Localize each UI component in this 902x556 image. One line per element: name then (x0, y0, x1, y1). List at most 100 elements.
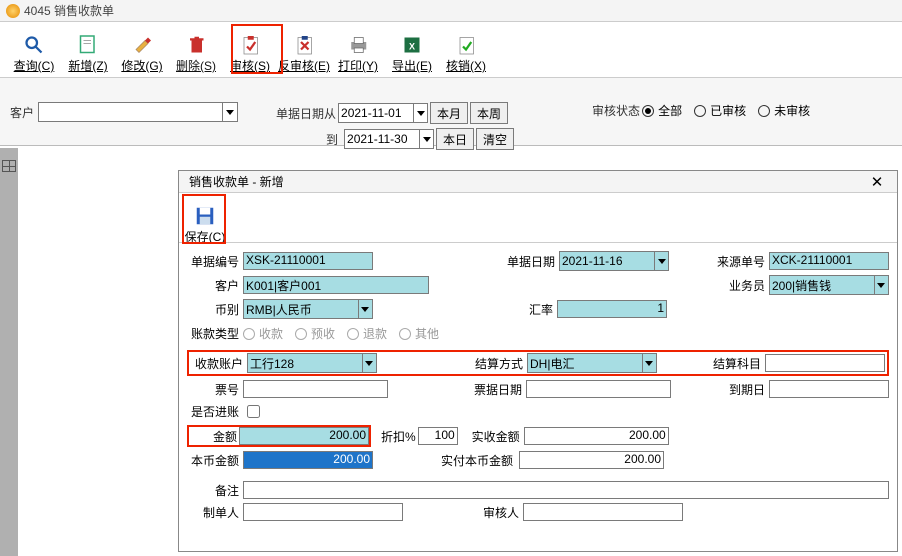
date-to[interactable] (344, 129, 434, 149)
settle-field[interactable] (527, 353, 657, 373)
date-to-label: 到 (276, 131, 342, 148)
close-button[interactable]: ✕ (863, 173, 891, 191)
currency-label: 币别 (187, 301, 241, 318)
due-field[interactable] (769, 380, 889, 398)
booked-label: 是否进账 (187, 403, 241, 420)
this-week-button[interactable]: 本周 (470, 102, 508, 124)
filter-bar: 客户 单据日期从 本月 本周 到 本日 清空 审核状态 全部 (0, 78, 902, 146)
clear-button[interactable]: 清空 (476, 128, 514, 150)
currency-field[interactable] (243, 299, 373, 319)
customer-combo[interactable] (38, 102, 238, 122)
edit-label: 修改(G) (121, 57, 162, 74)
dropdown-icon[interactable] (222, 103, 237, 121)
audit-button[interactable]: 审核(S) (224, 26, 276, 76)
draft-field[interactable] (243, 380, 388, 398)
edit-button[interactable]: 修改(G) (116, 26, 168, 76)
unaudit-label: 反审核(E) (278, 57, 330, 74)
draft-date-label: 票据日期 (470, 381, 524, 398)
radio-audited[interactable]: 已审核 (694, 102, 746, 119)
print-button[interactable]: 打印(Y) (332, 26, 384, 76)
writeoff-button[interactable]: 核销(X) (440, 26, 492, 76)
recv-field: 200.00 (524, 427, 669, 445)
main-titlebar: 4045 销售收款单 (0, 0, 902, 22)
bill-no-label: 单据编号 (187, 253, 241, 270)
account-label: 收款账户 (191, 355, 245, 372)
audit-label: 审核(S) (230, 57, 270, 74)
dropdown-icon[interactable] (874, 276, 888, 294)
date-from-label: 单据日期从 (276, 105, 336, 122)
radio-unaudited[interactable]: 未审核 (758, 102, 810, 119)
remark-label: 备注 (187, 482, 241, 499)
window-title: 4045 销售收款单 (24, 2, 114, 19)
maker-field (243, 503, 403, 521)
dropdown-icon[interactable] (413, 104, 427, 122)
add-label: 新增(Z) (68, 57, 107, 74)
audit-status-label: 审核状态 (592, 102, 640, 119)
side-strip (0, 148, 18, 556)
dialog-title: 销售收款单 - 新增 (189, 173, 284, 190)
customer-field[interactable]: K001|客户001 (243, 276, 429, 294)
query-button[interactable]: 查询(C) (8, 26, 60, 76)
bill-date-field[interactable] (559, 251, 669, 271)
delete-button[interactable]: 删除(S) (170, 26, 222, 76)
dropdown-icon[interactable] (654, 252, 668, 270)
bill-no-field[interactable]: XSK-21110001 (243, 252, 373, 270)
highlight-amount: 金额 200.00 (187, 425, 371, 447)
unaudit-button[interactable]: 反审核(E) (278, 26, 330, 76)
customer-input[interactable] (39, 103, 222, 121)
booked-checkbox[interactable] (247, 405, 260, 418)
date-from[interactable] (338, 103, 428, 123)
rate-label: 汇率 (501, 301, 555, 318)
highlight-account-row: 收款账户 结算方式 结算科目 (187, 350, 889, 376)
settle-subj-label: 结算科目 (709, 355, 763, 372)
src-no-field[interactable]: XCK-21110001 (769, 252, 889, 270)
dropdown-icon[interactable] (362, 354, 376, 372)
add-dialog: 销售收款单 - 新增 ✕ 保存(C) 单据编号 XSK-21110001 单据日… (178, 170, 898, 552)
base-amount-field: 200.00 (243, 451, 373, 469)
bill-date-label: 单据日期 (503, 253, 557, 270)
sales-field[interactable] (769, 275, 889, 295)
query-label: 查询(C) (14, 57, 55, 74)
dropdown-icon[interactable] (642, 354, 656, 372)
app-icon (6, 4, 20, 18)
auditor-field (523, 503, 683, 521)
today-button[interactable]: 本日 (436, 128, 474, 150)
paytype-options: 收款 预收 退款 其他 (243, 325, 439, 342)
dialog-titlebar: 销售收款单 - 新增 ✕ (179, 171, 897, 193)
settle-label: 结算方式 (471, 355, 525, 372)
src-no-label: 来源单号 (713, 253, 767, 270)
grid-icon[interactable] (2, 160, 16, 172)
sales-label: 业务员 (713, 277, 767, 294)
recv-label: 实收金额 (468, 428, 522, 445)
svg-text:X: X (409, 42, 415, 52)
add-button[interactable]: 新增(Z) (62, 26, 114, 76)
export-button[interactable]: X 导出(E) (386, 26, 438, 76)
rate-field[interactable]: 1 (557, 300, 667, 318)
base-recv-field: 200.00 (519, 451, 664, 469)
writeoff-label: 核销(X) (446, 57, 486, 74)
remark-field[interactable] (243, 481, 889, 499)
dialog-form: 单据编号 XSK-21110001 单据日期 来源单号 XCK-21110001… (179, 243, 897, 521)
due-label: 到期日 (713, 381, 767, 398)
maker-label: 制单人 (187, 504, 241, 521)
settle-subj-field[interactable] (765, 354, 885, 372)
disc-field[interactable]: 100 (418, 427, 458, 445)
dialog-toolbar: 保存(C) (179, 193, 897, 243)
export-label: 导出(E) (392, 57, 432, 74)
disc-label: 折扣% (381, 428, 416, 445)
account-field[interactable] (247, 353, 377, 373)
draft-date-field[interactable] (526, 380, 671, 398)
draft-label: 票号 (187, 381, 241, 398)
amount-label: 金额 (189, 428, 239, 445)
this-month-button[interactable]: 本月 (430, 102, 468, 124)
print-label: 打印(Y) (338, 57, 378, 74)
save-button[interactable]: 保存(C) (183, 197, 227, 247)
paytype-label: 账款类型 (187, 325, 241, 342)
customer-label: 客户 (187, 277, 241, 294)
radio-all[interactable]: 全部 (642, 102, 682, 119)
dropdown-icon[interactable] (419, 130, 433, 148)
customer-label: 客户 (10, 104, 34, 121)
dropdown-icon[interactable] (358, 300, 372, 318)
save-label: 保存(C) (185, 228, 226, 245)
amount-field[interactable]: 200.00 (239, 427, 369, 445)
